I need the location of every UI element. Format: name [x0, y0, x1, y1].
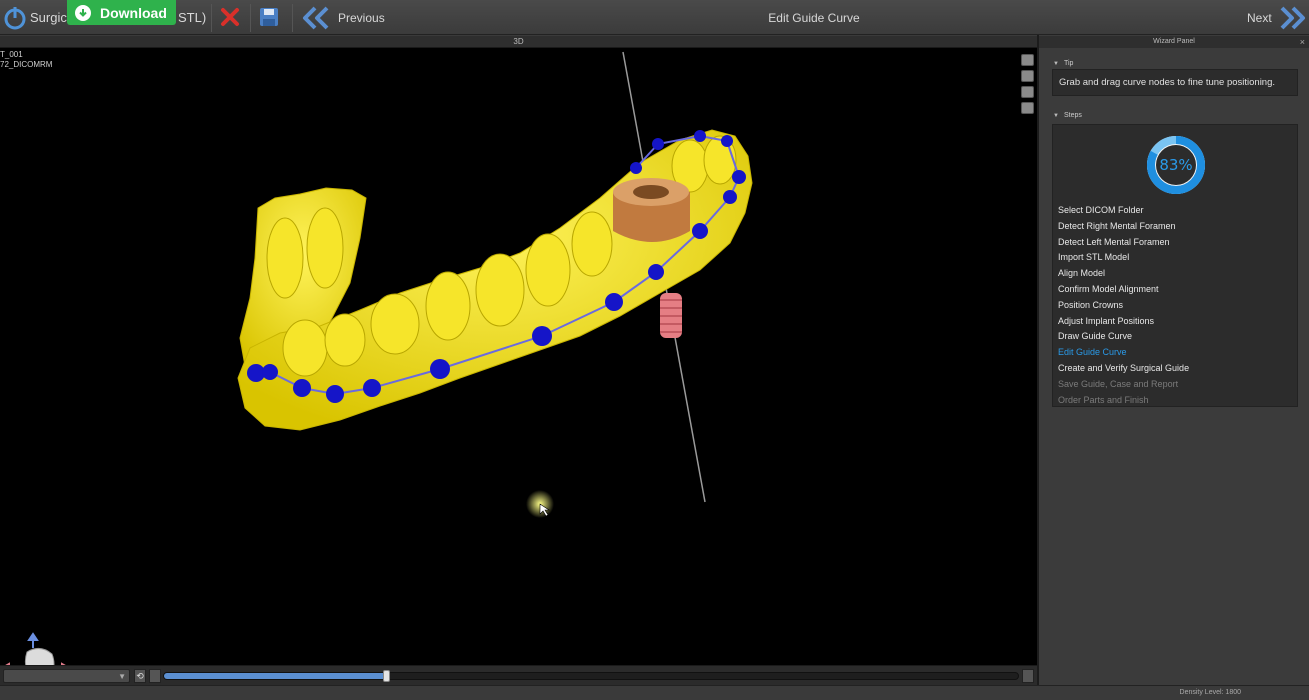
volume-id: T_001 — [0, 50, 23, 59]
step-item[interactable]: Import STL Model — [1058, 250, 1189, 266]
tip-box: Grab and drag curve nodes to fine tune p… — [1052, 69, 1298, 96]
slider-increment-button[interactable] — [1022, 669, 1034, 683]
step-item[interactable]: Edit Guide Curve — [1058, 345, 1189, 361]
view-ctrl-layers[interactable] — [1021, 86, 1034, 98]
skull-icon — [24, 648, 55, 665]
slider-decrement-button[interactable] — [149, 669, 161, 683]
collapse-triangle-icon: ▼ — [1053, 61, 1059, 67]
arrow-up-icon — [27, 632, 39, 648]
step-list: Select DICOM Folder Detect Right Mental F… — [1058, 203, 1189, 408]
scan-slider-fill — [164, 673, 387, 679]
step-item[interactable]: Confirm Model Alignment — [1058, 282, 1189, 298]
view-ctrl-capture[interactable] — [1021, 102, 1034, 114]
top-toolbar: Surgica Download STL) Previous Edit Guid… — [0, 0, 1309, 35]
step-item[interactable]: Save Guide, Case and Report — [1058, 377, 1189, 393]
close-icon[interactable]: × — [1300, 36, 1305, 48]
render-mode-select[interactable]: ▼ — [3, 669, 130, 683]
view-bottom-bar: ▼ ⟲ — [0, 665, 1037, 685]
next-button[interactable]: Next — [1247, 11, 1272, 25]
wizard-panel-title: Wizard Panel — [1153, 38, 1195, 45]
double-chevron-right-icon[interactable] — [1279, 5, 1307, 31]
3d-viewport[interactable]: T_001 72_DICOMRM — [0, 48, 1037, 665]
view-controls — [1021, 54, 1034, 118]
wizard-panel-header: Wizard Panel × — [1039, 36, 1309, 48]
chevron-down-icon: ▼ — [118, 672, 126, 681]
tip-text: Grab and drag curve nodes to fine tune p… — [1059, 77, 1276, 88]
step-item[interactable]: Align Model — [1058, 266, 1189, 282]
volume-info: T_001 72_DICOMRM — [0, 50, 52, 70]
steps-section-header[interactable]: ▼ Steps — [1053, 112, 1082, 119]
view-ctrl-model[interactable] — [1021, 70, 1034, 82]
implant-body[interactable] — [660, 293, 682, 338]
step-item[interactable]: Detect Right Mental Foramen — [1058, 219, 1189, 235]
density-level: Density Level: 1800 — [1179, 689, 1241, 696]
tip-section-header[interactable]: ▼ Tip — [1053, 60, 1073, 67]
scan-slider[interactable] — [163, 670, 1019, 682]
step-item[interactable]: Select DICOM Folder — [1058, 203, 1189, 219]
collapse-triangle-icon: ▼ — [1053, 113, 1059, 119]
scan-slider-thumb[interactable] — [383, 670, 391, 682]
wizard-panel: Wizard Panel × ▼ Tip Grab and drag curve … — [1039, 35, 1309, 685]
step-item[interactable]: Order Parts and Finish — [1058, 393, 1189, 409]
step-item[interactable]: Draw Guide Curve — [1058, 329, 1189, 345]
volume-series: 72_DICOMRM — [0, 60, 53, 69]
step-item[interactable]: Create and Verify Surgical Guide — [1058, 361, 1189, 377]
progress-percent: 83% — [1159, 156, 1193, 174]
step-item[interactable]: Detect Left Mental Foramen — [1058, 235, 1189, 251]
rotate-reset-button[interactable]: ⟲ — [134, 669, 146, 683]
steps-title: Steps — [1063, 112, 1082, 119]
page-title: Edit Guide Curve — [768, 11, 860, 25]
guide-sleeve[interactable] — [613, 178, 690, 242]
view-ctrl-reset[interactable] — [1021, 54, 1034, 66]
orientation-widget[interactable] — [0, 628, 80, 665]
tip-title: Tip — [1063, 60, 1074, 67]
view-header: 3D — [0, 36, 1037, 48]
dental-model-scene[interactable] — [0, 48, 1037, 665]
status-bar: Density Level: 1800 — [0, 685, 1309, 700]
steps-box: 83% Select DICOM Folder Detect Right Ment… — [1052, 124, 1298, 407]
step-item[interactable]: Adjust Implant Positions — [1058, 314, 1189, 330]
step-item[interactable]: Position Crowns — [1058, 298, 1189, 314]
